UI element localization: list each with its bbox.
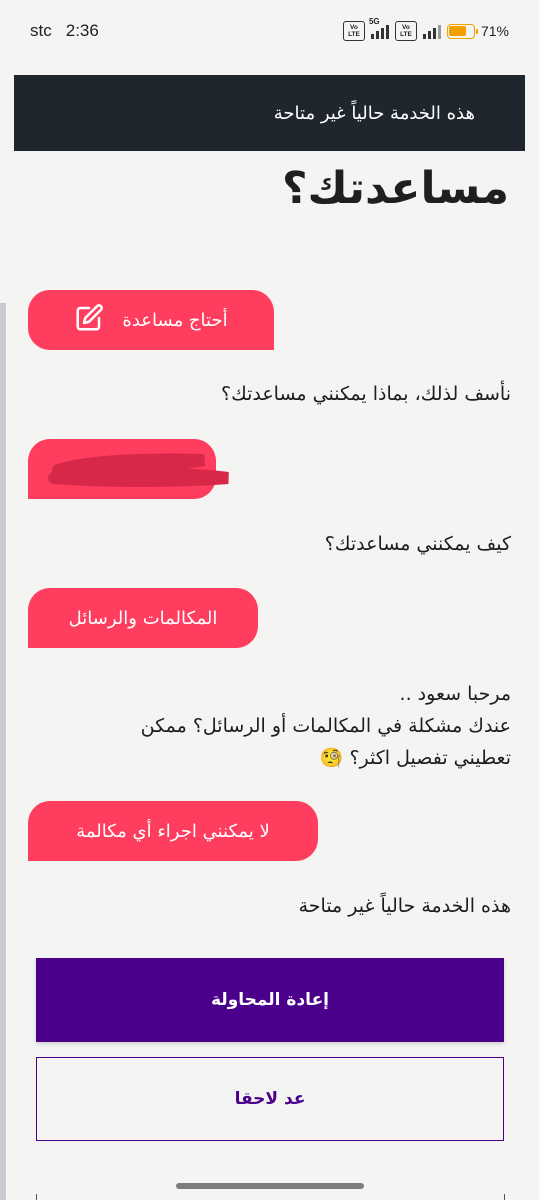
signal-icon xyxy=(422,23,441,39)
status-right: Vo LTE 5G Vo LTE 71% xyxy=(342,17,509,41)
scroll-rail xyxy=(0,303,6,1200)
toast-text: هذه الخدمة حالياً غير متاحة xyxy=(273,102,475,124)
bot-message: هذه الخدمة حالياً غير متاحة xyxy=(298,895,511,917)
home-indicator[interactable] xyxy=(176,1183,364,1189)
volte-icon: Vo LTE xyxy=(342,21,365,41)
carrier-name: stc xyxy=(30,21,52,40)
bot-line: تعطيني تفصيل اكثر؟ 🧐 xyxy=(319,747,511,769)
bot-message: كيف يمكنني مساعدتك؟ xyxy=(324,533,511,555)
bot-line: مرحبا سعود .. xyxy=(399,683,511,705)
retry-button[interactable]: إعادة المحاولة xyxy=(36,958,504,1042)
bubble-text: أحتاج مساعدة xyxy=(122,309,228,331)
status-left: stc 2:36 xyxy=(30,21,99,41)
status-bar: stc 2:36 Vo LTE 5G Vo LTE 71% xyxy=(0,0,539,62)
clock: 2:36 xyxy=(65,21,99,40)
page-title: مساعدتك؟ xyxy=(281,163,509,214)
bot-message-multiline: مرحبا سعود .. عندك مشكلة في المكالمات أو… xyxy=(141,678,511,774)
volte-icon-2: Vo LTE xyxy=(394,21,417,41)
bot-line: عندك مشكلة في المكالمات أو الرسائل؟ ممكن xyxy=(140,715,511,737)
bubble-text: المكالمات والرسائل xyxy=(68,607,218,629)
redaction-scribble xyxy=(48,453,229,487)
battery-icon xyxy=(446,23,478,39)
signal-5g-icon: 5G xyxy=(369,17,389,39)
bubble-text: لا يمكنني اجراء أي مكالمة xyxy=(76,820,270,842)
come-back-later-button[interactable]: عد لاحقا xyxy=(36,1057,504,1141)
battery-percent: 71% xyxy=(480,23,509,39)
bot-message: نأسف لذلك، بماذا يمكنني مساعدتك؟ xyxy=(220,383,511,405)
divider xyxy=(504,1194,505,1200)
user-bubble-cannot-call[interactable]: لا يمكنني اجراء أي مكالمة xyxy=(28,801,318,861)
divider xyxy=(36,1194,37,1200)
battery-fill xyxy=(449,26,466,36)
user-bubble-need-help[interactable]: أحتاج مساعدة xyxy=(28,290,274,350)
service-unavailable-toast: هذه الخدمة حالياً غير متاحة xyxy=(14,75,525,151)
edit-icon xyxy=(74,303,104,338)
user-bubble-calls-messages[interactable]: المكالمات والرسائل xyxy=(28,588,258,648)
